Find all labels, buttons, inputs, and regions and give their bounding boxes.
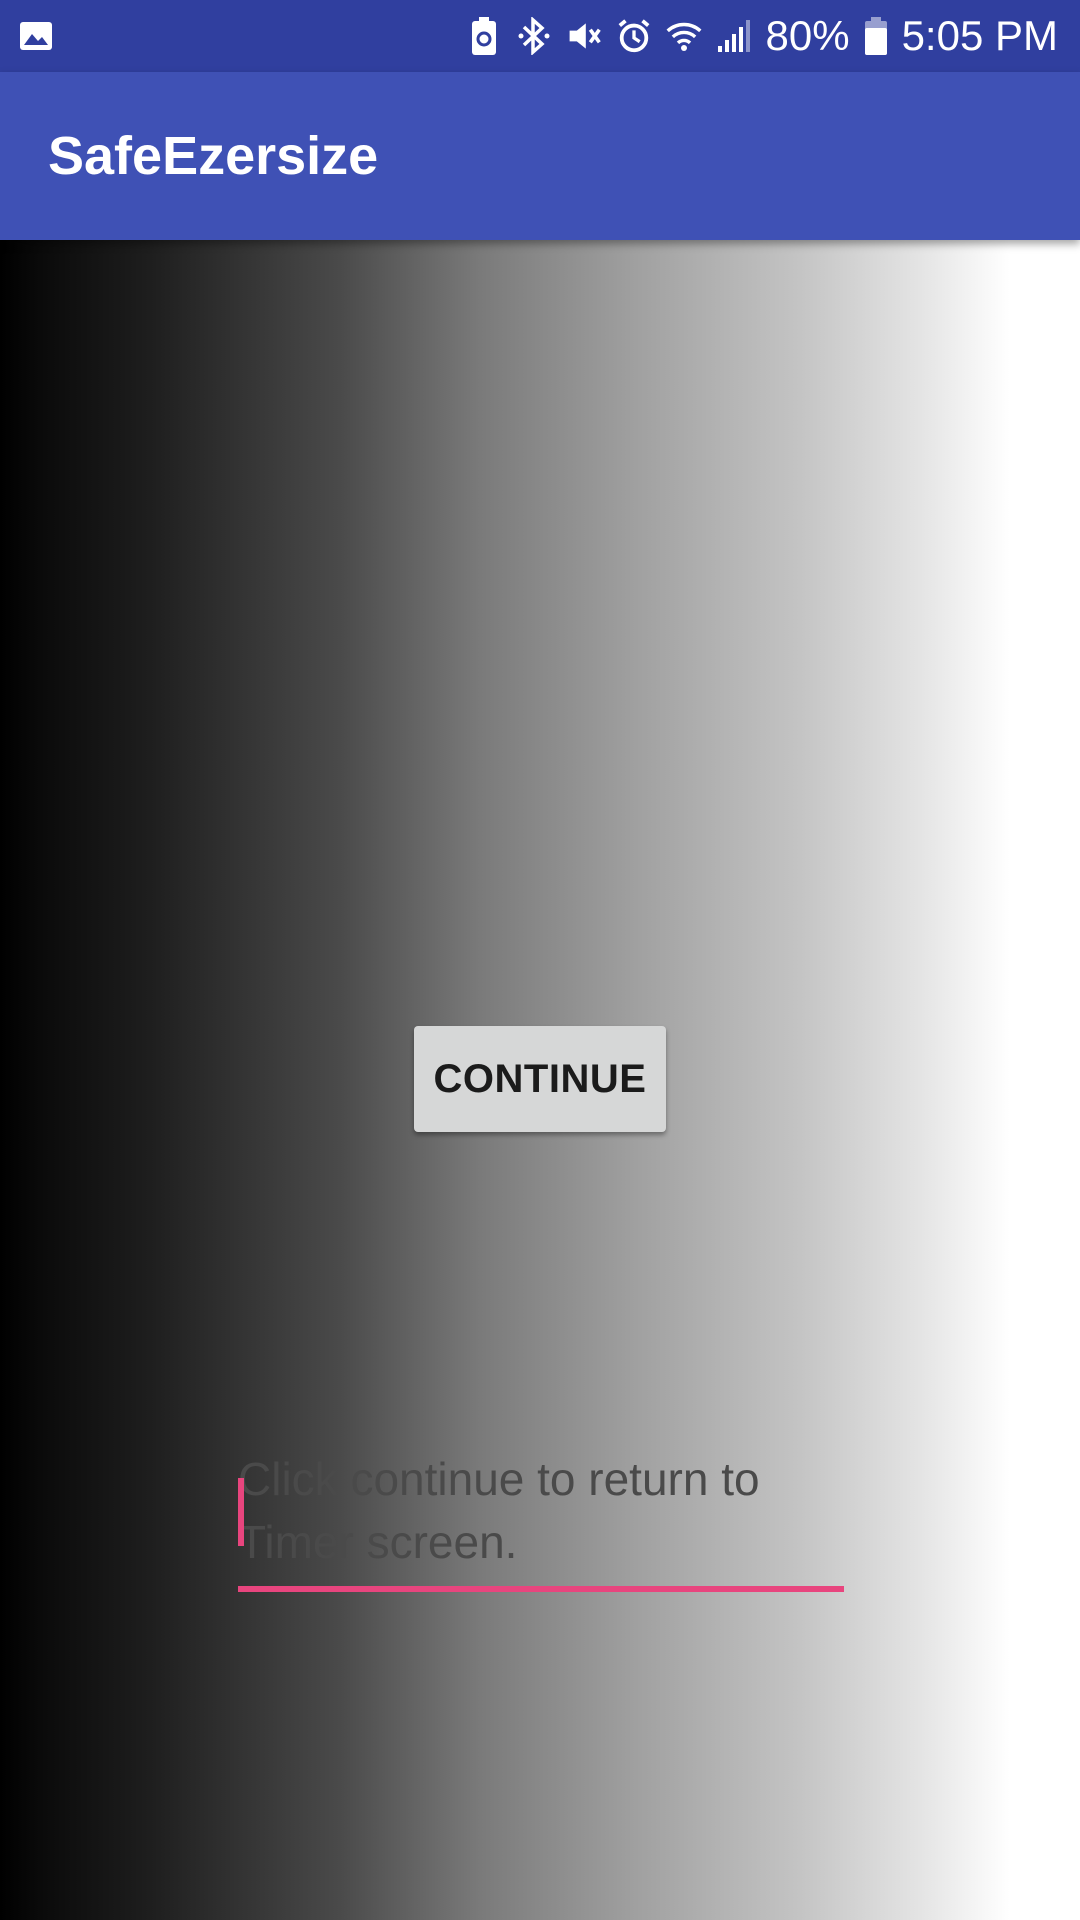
signal-icon bbox=[716, 18, 752, 54]
continue-button[interactable]: CONTINUE bbox=[414, 1026, 666, 1132]
bluetooth-icon bbox=[516, 17, 552, 55]
gradient-background: CONTINUE Click continue to return to Tim… bbox=[0, 240, 1080, 1920]
message-field[interactable]: Click continue to return to Timer screen… bbox=[238, 1448, 844, 1596]
gallery-icon bbox=[18, 18, 54, 54]
screen: 80% 5:05 PM SafeEzersize CONTINUE Click … bbox=[0, 0, 1080, 1920]
field-underline bbox=[238, 1586, 844, 1592]
battery-percent: 80% bbox=[765, 12, 850, 59]
alarm-icon bbox=[616, 18, 652, 54]
text-cursor bbox=[238, 1478, 244, 1546]
battery-saver-icon bbox=[466, 17, 502, 55]
status-icons: 80% 5:05 PM bbox=[466, 0, 1058, 72]
message-text: Click continue to return to Timer screen… bbox=[238, 1453, 760, 1568]
app-title: SafeEzersize bbox=[48, 126, 379, 186]
wifi-icon bbox=[666, 18, 702, 54]
status-time: 5:05 PM bbox=[901, 12, 1058, 59]
status-bar: 80% 5:05 PM bbox=[0, 0, 1080, 72]
vibrate-mute-icon bbox=[566, 18, 602, 54]
app-bar: SafeEzersize bbox=[0, 72, 1080, 240]
battery-icon bbox=[864, 17, 888, 55]
